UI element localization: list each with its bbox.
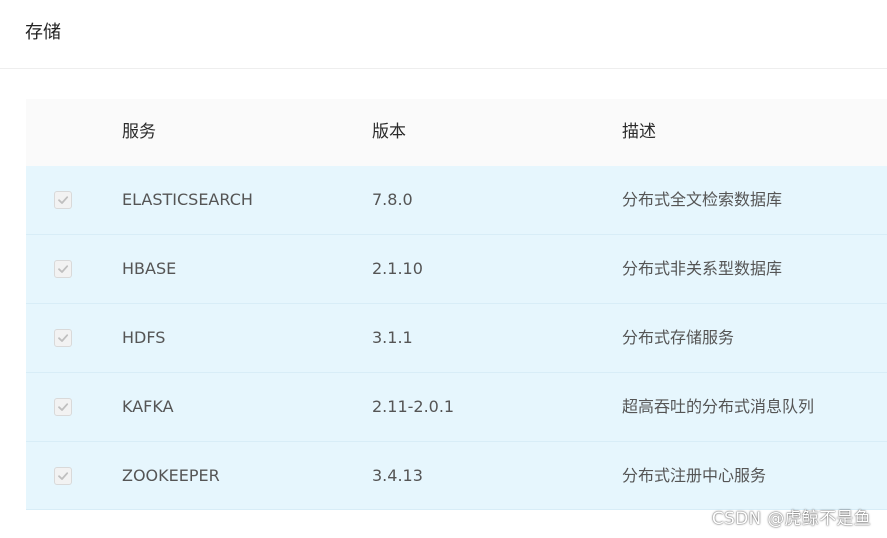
row-checkbox[interactable] <box>54 191 72 209</box>
check-icon <box>58 472 69 480</box>
check-icon <box>58 334 69 342</box>
cell-service: ELASTICSEARCH <box>122 190 253 209</box>
services-table: 服务 版本 描述 ELASTICSEARCH 7.8.0 分布式全文检索数据库 … <box>26 99 887 510</box>
table-body: ELASTICSEARCH 7.8.0 分布式全文检索数据库 HBASE 2.1… <box>26 166 887 510</box>
table-row[interactable]: HDFS 3.1.1 分布式存储服务 <box>26 304 887 373</box>
row-checkbox[interactable] <box>54 260 72 278</box>
cell-description: 分布式非关系型数据库 <box>622 259 783 278</box>
cell-description: 超高吞吐的分布式消息队列 <box>622 397 815 416</box>
check-icon <box>58 265 69 273</box>
cell-version: 3.1.1 <box>372 328 413 347</box>
watermark: CSDN @虎鲸不是鱼 <box>711 509 871 529</box>
table-row[interactable]: ZOOKEEPER 3.4.13 分布式注册中心服务 <box>26 442 887 510</box>
cell-version: 7.8.0 <box>372 190 413 209</box>
cell-service: ZOOKEEPER <box>122 466 220 485</box>
table-row[interactable]: KAFKA 2.11-2.0.1 超高吞吐的分布式消息队列 <box>26 373 887 442</box>
section-title: 存储 <box>25 22 61 43</box>
cell-version: 3.4.13 <box>372 466 423 485</box>
cell-version: 2.11-2.0.1 <box>372 397 455 416</box>
section-header: 存储 <box>0 0 887 69</box>
row-checkbox[interactable] <box>54 467 72 485</box>
table-row[interactable]: ELASTICSEARCH 7.8.0 分布式全文检索数据库 <box>26 166 887 235</box>
cell-service: KAFKA <box>122 397 174 416</box>
cell-description: 分布式注册中心服务 <box>622 466 767 485</box>
page: 存储 服务 版本 描述 ELASTICSEARCH 7.8.0 分布式全文检索数… <box>0 0 887 538</box>
column-header-service: 服务 <box>122 122 156 142</box>
cell-description: 分布式存储服务 <box>622 328 735 347</box>
row-checkbox[interactable] <box>54 329 72 347</box>
check-icon <box>58 403 69 411</box>
cell-service: HDFS <box>122 328 166 347</box>
table-header-row: 服务 版本 描述 <box>26 99 887 166</box>
column-header-version: 版本 <box>372 122 406 142</box>
cell-service: HBASE <box>122 259 177 278</box>
cell-description: 分布式全文检索数据库 <box>622 190 783 209</box>
cell-version: 2.1.10 <box>372 259 423 278</box>
column-header-description: 描述 <box>622 122 656 142</box>
row-checkbox[interactable] <box>54 398 72 416</box>
check-icon <box>58 196 69 204</box>
table-row[interactable]: HBASE 2.1.10 分布式非关系型数据库 <box>26 235 887 304</box>
